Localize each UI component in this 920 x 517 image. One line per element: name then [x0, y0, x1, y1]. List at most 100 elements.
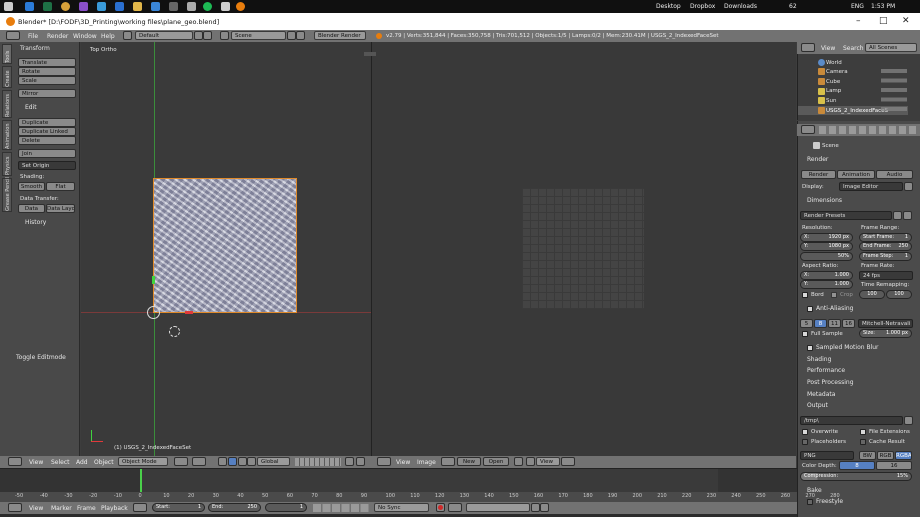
- aa-samples-8[interactable]: 8: [814, 319, 827, 328]
- end-field[interactable]: End: 250: [208, 503, 261, 512]
- end-frame-field[interactable]: End Frame: 250: [859, 242, 912, 251]
- color-rgb-button[interactable]: RGB: [877, 451, 894, 460]
- outlook-icon[interactable]: [115, 2, 124, 11]
- shading-panel-header[interactable]: Shading: [807, 356, 831, 363]
- current-frame-line[interactable]: [140, 469, 142, 493]
- audio-button[interactable]: Audio: [876, 170, 913, 179]
- chrome-icon[interactable]: [61, 2, 70, 11]
- anti-aliasing-panel-header[interactable]: Anti-Aliasing: [816, 305, 853, 312]
- preset-add-icon[interactable]: [893, 211, 902, 220]
- display-selector[interactable]: Image Editor: [839, 182, 903, 191]
- outliner-item-usgs[interactable]: USGS_2_IndexedFaceS: [826, 108, 888, 114]
- history-panel-header[interactable]: History: [25, 219, 46, 226]
- outliner-item-sun[interactable]: Sun: [826, 98, 836, 104]
- data-layout-button[interactable]: Data Layo: [46, 204, 75, 213]
- motion-blur-checkbox[interactable]: [807, 345, 813, 351]
- start-icon[interactable]: [4, 2, 13, 11]
- compression-slider[interactable]: Compression: 15%: [800, 472, 912, 481]
- render-button[interactable]: Render: [801, 170, 836, 179]
- start-frame-field[interactable]: Start Frame: 1: [859, 233, 912, 242]
- new-image-button[interactable]: New: [457, 457, 481, 466]
- display-mode-selector[interactable]: All Scenes: [865, 43, 917, 52]
- render-engine-selector[interactable]: Blender Render: [314, 31, 366, 40]
- performance-panel-header[interactable]: Performance: [807, 367, 845, 374]
- layout-icon[interactable]: [123, 31, 132, 40]
- color-depth-16[interactable]: 16: [876, 461, 912, 470]
- frame-step-field[interactable]: Frame Step: 1: [859, 252, 912, 261]
- scene-selector[interactable]: Scene: [231, 31, 286, 40]
- shading-mode-icon[interactable]: [174, 457, 188, 466]
- placeholders-checkbox[interactable]: [802, 439, 808, 445]
- 3d-cursor-icon[interactable]: [169, 326, 180, 337]
- scene-icon[interactable]: [220, 31, 229, 40]
- open-image-button[interactable]: Open: [483, 457, 509, 466]
- view-menu[interactable]: View: [396, 459, 410, 466]
- app-icon[interactable]: [97, 2, 106, 11]
- aa-samples-5[interactable]: 5: [800, 319, 813, 328]
- aa-size-field[interactable]: Size: 1.000 px: [859, 329, 912, 338]
- scale-manipulator-icon[interactable]: [247, 457, 256, 466]
- manipulator-y-arrow[interactable]: [152, 276, 155, 284]
- pivot-icon[interactable]: [192, 457, 206, 466]
- layers-grid[interactable]: [295, 458, 341, 466]
- remap-new-field[interactable]: 100: [886, 290, 912, 299]
- aa-samples-16[interactable]: 16: [842, 319, 855, 328]
- record-icon[interactable]: [436, 503, 445, 512]
- output-panel-header[interactable]: Output: [807, 402, 828, 409]
- manipulator-x-arrow[interactable]: [185, 311, 193, 314]
- start-field[interactable]: Start: 1: [152, 503, 205, 512]
- animation-button[interactable]: Animation: [837, 170, 875, 179]
- desktop-label[interactable]: Desktop: [656, 3, 681, 10]
- aspect-x-field[interactable]: X: 1.000: [800, 271, 853, 280]
- object-menu[interactable]: Object: [94, 459, 114, 466]
- view-mode-icon[interactable]: [526, 457, 535, 466]
- render-preview-icon[interactable]: [356, 457, 365, 466]
- 3d-viewport[interactable]: Top Ortho (1) USGS_2_IndexedFaceSet: [81, 42, 371, 456]
- manipulator-toggle-icon[interactable]: [218, 457, 227, 466]
- app-icon[interactable]: [169, 2, 178, 11]
- maximize-button[interactable]: □: [879, 16, 888, 26]
- timeline-marker-menu[interactable]: Marker: [51, 505, 72, 512]
- menu-render[interactable]: Render: [47, 33, 68, 40]
- mirror-button[interactable]: Mirror: [18, 89, 76, 98]
- duplicate-button[interactable]: Duplicate: [18, 118, 76, 127]
- layout-remove-icon[interactable]: [203, 31, 212, 40]
- sync-mode-selector[interactable]: No Sync: [374, 503, 429, 512]
- dimensions-panel-header[interactable]: Dimensions: [807, 197, 842, 204]
- editor-type-icon[interactable]: [801, 125, 815, 134]
- cache-result-checkbox[interactable]: [860, 439, 866, 445]
- excel-icon[interactable]: [43, 2, 52, 11]
- image-browse-icon[interactable]: [441, 457, 455, 466]
- app-icon[interactable]: [187, 2, 196, 11]
- timeline-frame-menu[interactable]: Frame: [77, 505, 96, 512]
- keying-set-icon[interactable]: [448, 503, 462, 512]
- editor-type-icon[interactable]: [6, 31, 20, 40]
- dropbox-label[interactable]: Dropbox: [690, 3, 715, 10]
- file-extensions-checkbox[interactable]: [860, 429, 866, 435]
- join-button[interactable]: Join: [18, 149, 76, 158]
- resolution-y-field[interactable]: Y: 1080 px: [800, 242, 853, 251]
- lock-layers-icon[interactable]: [345, 457, 354, 466]
- aspect-y-field[interactable]: Y: 1.000: [800, 280, 853, 289]
- tab-create[interactable]: Create: [2, 66, 12, 88]
- editor-type-icon[interactable]: [801, 43, 815, 52]
- delete-keyframe-icon[interactable]: [540, 503, 549, 512]
- flat-button[interactable]: Flat: [46, 182, 75, 191]
- context-tabs[interactable]: [819, 126, 917, 134]
- folder-browse-icon[interactable]: [904, 416, 913, 425]
- view-menu[interactable]: View: [29, 459, 43, 466]
- anti-aliasing-checkbox[interactable]: [807, 306, 813, 312]
- select-menu[interactable]: Select: [51, 459, 70, 466]
- snap-icon[interactable]: [561, 457, 575, 466]
- current-frame-field[interactable]: 1: [265, 503, 307, 512]
- resolution-x-field[interactable]: X: 1920 px: [800, 233, 853, 242]
- set-origin-menu[interactable]: Set Origin: [18, 161, 76, 170]
- output-path-field[interactable]: /tmp\: [800, 416, 903, 425]
- color-depth-8[interactable]: 8: [839, 461, 875, 470]
- freestyle-checkbox[interactable]: [807, 499, 813, 505]
- overwrite-checkbox[interactable]: [802, 429, 808, 435]
- outliner-item-lamp[interactable]: Lamp: [826, 88, 841, 94]
- freestyle-panel-header[interactable]: Freestyle: [816, 498, 843, 505]
- mode-selector[interactable]: Object Mode: [118, 457, 168, 466]
- rotate-manipulator-icon[interactable]: [238, 457, 247, 466]
